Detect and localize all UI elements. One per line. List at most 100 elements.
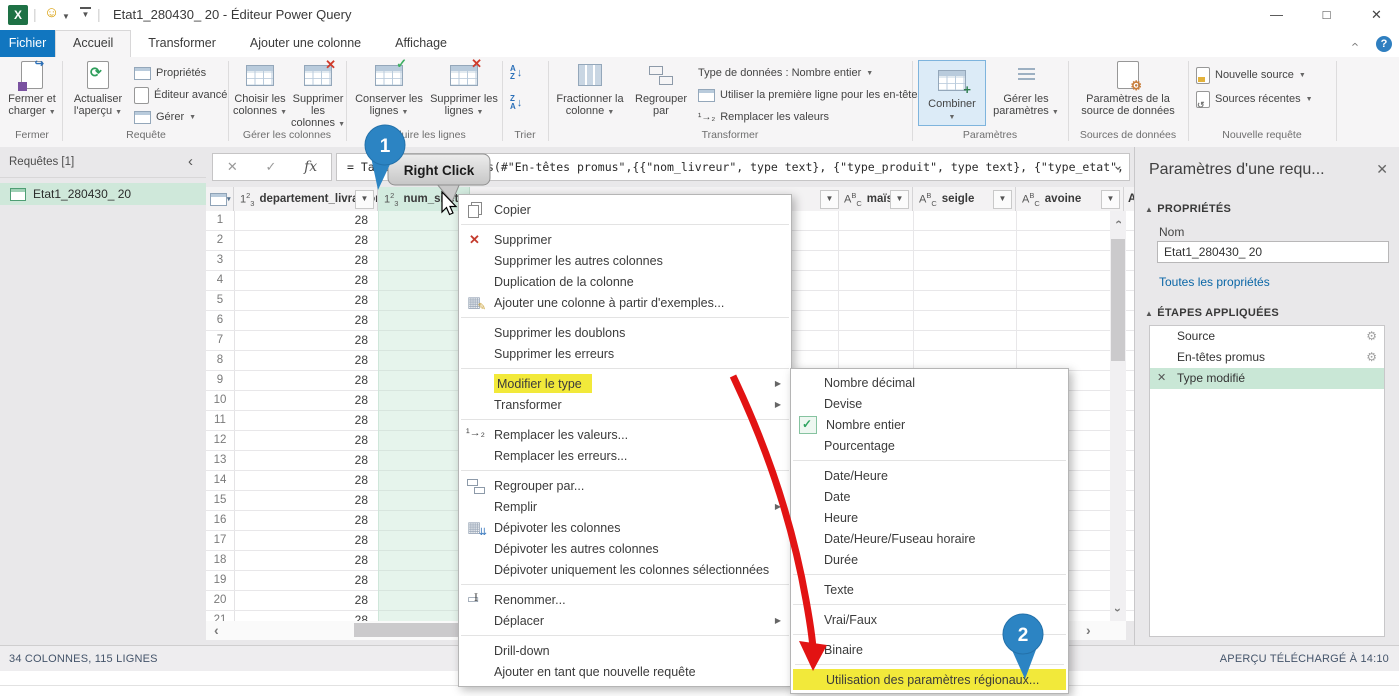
cell-departement-livraison[interactable]: 28 [234,371,379,390]
cell-departement-livraison[interactable]: 28 [234,331,379,350]
menu-item[interactable]: Devise [791,393,1068,414]
gear-icon[interactable]: ⚙ [1366,326,1377,347]
refresh-preview-button[interactable]: ⟳ Actualiser l'aperçu ▼ [66,60,130,119]
properties-section-header[interactable]: ▲PROPRIÉTÉS [1145,203,1231,215]
properties-button[interactable]: Propriétés [134,63,206,83]
applied-step-item[interactable]: ✕ Type modifié ⚙ [1150,368,1384,389]
menu-item[interactable]: Drill-down [459,640,791,661]
applied-step-item[interactable]: ✕ En-têtes promus ⚙ [1150,347,1384,368]
quick-access-customize-icon[interactable]: ▼ [80,7,91,22]
filter-dropdown-icon[interactable]: ▼ [820,190,839,209]
filter-dropdown-icon[interactable]: ▼ [355,190,374,209]
formula-input[interactable]: = Table.Tran s(#"En-têtes promus",{{"nom… [336,153,1130,181]
menu-item[interactable]: Durée [791,549,1068,570]
help-icon[interactable]: ? [1376,36,1392,52]
applied-step-item[interactable]: ✕ Source ⚙ [1150,326,1384,347]
scroll-right-icon[interactable]: › [1086,622,1091,638]
vertical-scroll-thumb[interactable] [1111,239,1125,361]
menu-item[interactable]: Ajouter en tant que nouvelle requête [459,661,791,682]
column-header-departement[interactable]: 123departement_livraison▼ [234,187,378,211]
menu-item[interactable]: Remplacer les erreurs... [459,445,791,466]
menu-item[interactable]: Ajouter une colonne à partir d'exemples.… [459,292,791,313]
column-header-mais[interactable]: ABCmaïs▼ [838,187,913,211]
cell-departement-livraison[interactable]: 28 [234,551,379,570]
manage-parameters-button[interactable]: Gérer les paramètres ▼ [988,60,1064,119]
menu-item[interactable]: Nombre décimal [791,372,1068,393]
menu-item[interactable]: Supprimer les autres colonnes [459,250,791,271]
column-header-seigle[interactable]: ABCseigle▼ [913,187,1016,211]
remove-rows-button[interactable]: ✕ Supprimer les lignes ▼ [428,60,500,119]
menu-item[interactable]: Transformer [459,394,791,415]
sort-ascending-button[interactable]: AZ↓ [510,65,522,81]
menu-item[interactable]: Renommer... [459,589,791,610]
scroll-up-icon[interactable]: › [1110,215,1126,229]
delete-step-icon[interactable]: ✕ [1157,368,1166,389]
menu-item[interactable]: Déplacer [459,610,791,631]
ribbon-tab[interactable]: Ajouter une colonne [233,30,378,57]
applied-steps-section-header[interactable]: ▲ÉTAPES APPLIQUÉES [1145,307,1279,319]
query-list-item[interactable]: Etat1_280430_ 20 [0,183,206,205]
smiley-dropdown-icon[interactable]: ▼ [62,12,70,21]
sort-descending-button[interactable]: ZA↓ [510,95,522,111]
recent-sources-button[interactable]: ↺Sources récentes ▼ [1196,89,1313,109]
menu-item[interactable]: Remplacer les valeurs... [459,424,791,445]
scroll-left-icon[interactable]: ‹ [214,622,219,638]
menu-item[interactable]: Date/Heure/Fuseau horaire [791,528,1068,549]
cell-departement-livraison[interactable]: 28 [234,491,379,510]
menu-item[interactable]: Vrai/Faux [791,609,1068,630]
menu-item[interactable]: Remplir [459,496,791,517]
cell-departement-livraison[interactable]: 28 [234,411,379,430]
menu-item[interactable]: Supprimer les erreurs [459,343,791,364]
menu-item[interactable]: Dépivoter les colonnes [459,517,791,538]
close-pane-icon[interactable]: ✕ [1376,161,1388,178]
cell-departement-livraison[interactable]: 28 [234,571,379,590]
group-by-button[interactable]: Regrouper par [630,60,692,117]
cell-departement-livraison[interactable]: 28 [234,611,379,621]
ribbon-tab[interactable]: Transformer [131,30,233,57]
all-properties-link[interactable]: Toutes les propriétés [1159,275,1270,289]
query-name-input[interactable] [1157,241,1389,263]
cell-departement-livraison[interactable]: 28 [234,511,379,530]
collapse-ribbon-icon[interactable]: › [1352,37,1356,52]
column-header-avoine[interactable]: ABCavoine▼ [1016,187,1124,211]
expand-formula-icon[interactable]: › [1113,154,1121,181]
data-type-button[interactable]: Type de données : Nombre entier ▼ [698,63,873,83]
column-header-num-siret[interactable]: 123num_siret [378,187,470,211]
cancel-formula-icon[interactable]: ✕ [227,159,238,175]
minimize-button[interactable]: — [1254,0,1299,29]
filter-dropdown-icon[interactable]: ▼ [1101,190,1120,209]
menu-item[interactable]: Copier [459,199,791,220]
cell-departement-livraison[interactable]: 28 [234,591,379,610]
menu-item[interactable]: Binaire [791,639,1068,660]
menu-item[interactable]: Duplication de la colonne [459,271,791,292]
ribbon-tab[interactable]: Accueil [55,30,131,57]
maximize-button[interactable]: □ [1304,0,1349,29]
cell-departement-livraison[interactable]: 28 [234,231,379,250]
menu-item[interactable]: Utilisation des paramètres régionaux... [793,669,1066,690]
keep-rows-button[interactable]: ✓ Conserver les lignes ▼ [352,60,426,119]
menu-item[interactable]: Dépivoter uniquement les colonnes sélect… [459,559,791,580]
tab-fichier[interactable]: Fichier [0,30,55,57]
cell-departement-livraison[interactable]: 28 [234,351,379,370]
menu-item[interactable]: Nombre entier [791,414,1068,435]
menu-item[interactable]: Supprimer [459,229,791,250]
cell-departement-livraison[interactable]: 28 [234,471,379,490]
choose-columns-button[interactable]: Choisir les colonnes ▼ [232,60,288,119]
feedback-smiley-icon[interactable]: ☺ [44,4,59,21]
filter-dropdown-icon[interactable]: ▼ [890,190,909,209]
vertical-scrollbar[interactable]: › › [1110,211,1126,621]
close-button[interactable]: ✕ [1354,0,1399,29]
menu-item[interactable]: Supprimer les doublons [459,322,791,343]
horizontal-scroll-thumb[interactable] [354,623,470,637]
menu-item[interactable]: Modifier le type [459,373,791,394]
menu-item[interactable]: Date/Heure [791,465,1068,486]
cell-departement-livraison[interactable]: 28 [234,251,379,270]
split-column-button[interactable]: Fractionner la colonne ▼ [552,60,628,119]
cell-departement-livraison[interactable]: 28 [234,531,379,550]
gear-icon[interactable]: ⚙ [1366,347,1377,368]
cell-departement-livraison[interactable]: 28 [234,271,379,290]
cell-departement-livraison[interactable]: 28 [234,311,379,330]
advanced-editor-button[interactable]: Éditeur avancé [134,85,227,105]
new-source-button[interactable]: Nouvelle source ▼ [1196,65,1306,85]
replace-values-button[interactable]: ¹→₂Remplacer les valeurs [698,107,829,127]
